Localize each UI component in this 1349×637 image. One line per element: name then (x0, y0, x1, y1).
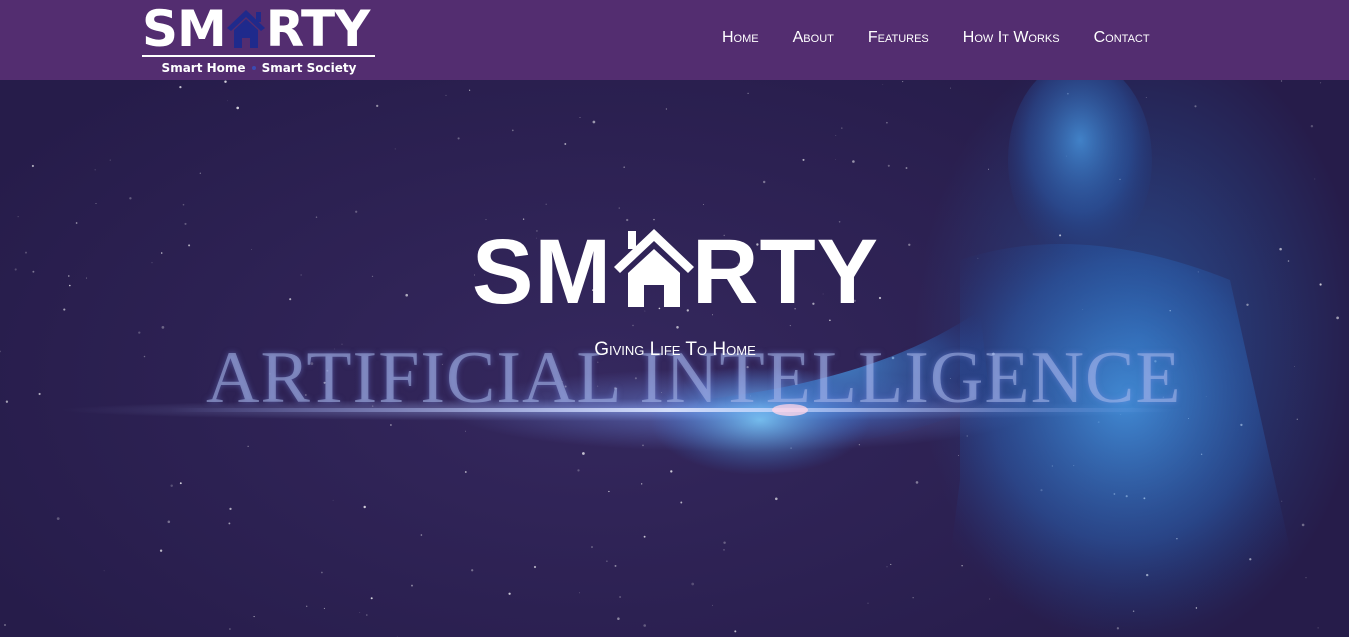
nav-contact[interactable]: Contact (1094, 29, 1150, 47)
navbar: SM RTY Smart Home Smart Society Home About… (0, 0, 1349, 80)
logo-wordmark: SM RTY (142, 4, 370, 54)
nav-about[interactable]: About (793, 29, 834, 47)
tagline-right: Smart Society (261, 61, 357, 75)
logo-text-right: RTY (265, 0, 371, 58)
logo-text-left: SM (142, 0, 227, 58)
house-icon (226, 8, 265, 50)
house-icon (614, 227, 694, 309)
hero-subtitle: Giving Life To Home (594, 339, 756, 360)
tagline-left: Smart Home (161, 61, 246, 75)
main-nav: Home About Features How It Works Contact (722, 29, 1150, 47)
hero-banner: ARTIFICIAL INTELLIGENCE SM RTY Giving Lif… (0, 80, 1349, 637)
nav-features[interactable]: Features (868, 29, 929, 47)
brand-logo[interactable]: SM RTY Smart Home Smart Society (142, 4, 376, 78)
hero-title-left: SM (472, 221, 612, 323)
logo-tagline: Smart Home Smart Society (142, 61, 376, 75)
tagline-separator (251, 66, 256, 70)
nav-home[interactable]: Home (722, 29, 759, 47)
hero-title: SM RTY (472, 226, 932, 318)
hero-title-right: RTY (692, 221, 879, 323)
logo-divider (142, 55, 375, 57)
nav-how-it-works[interactable]: How It Works (963, 29, 1060, 47)
